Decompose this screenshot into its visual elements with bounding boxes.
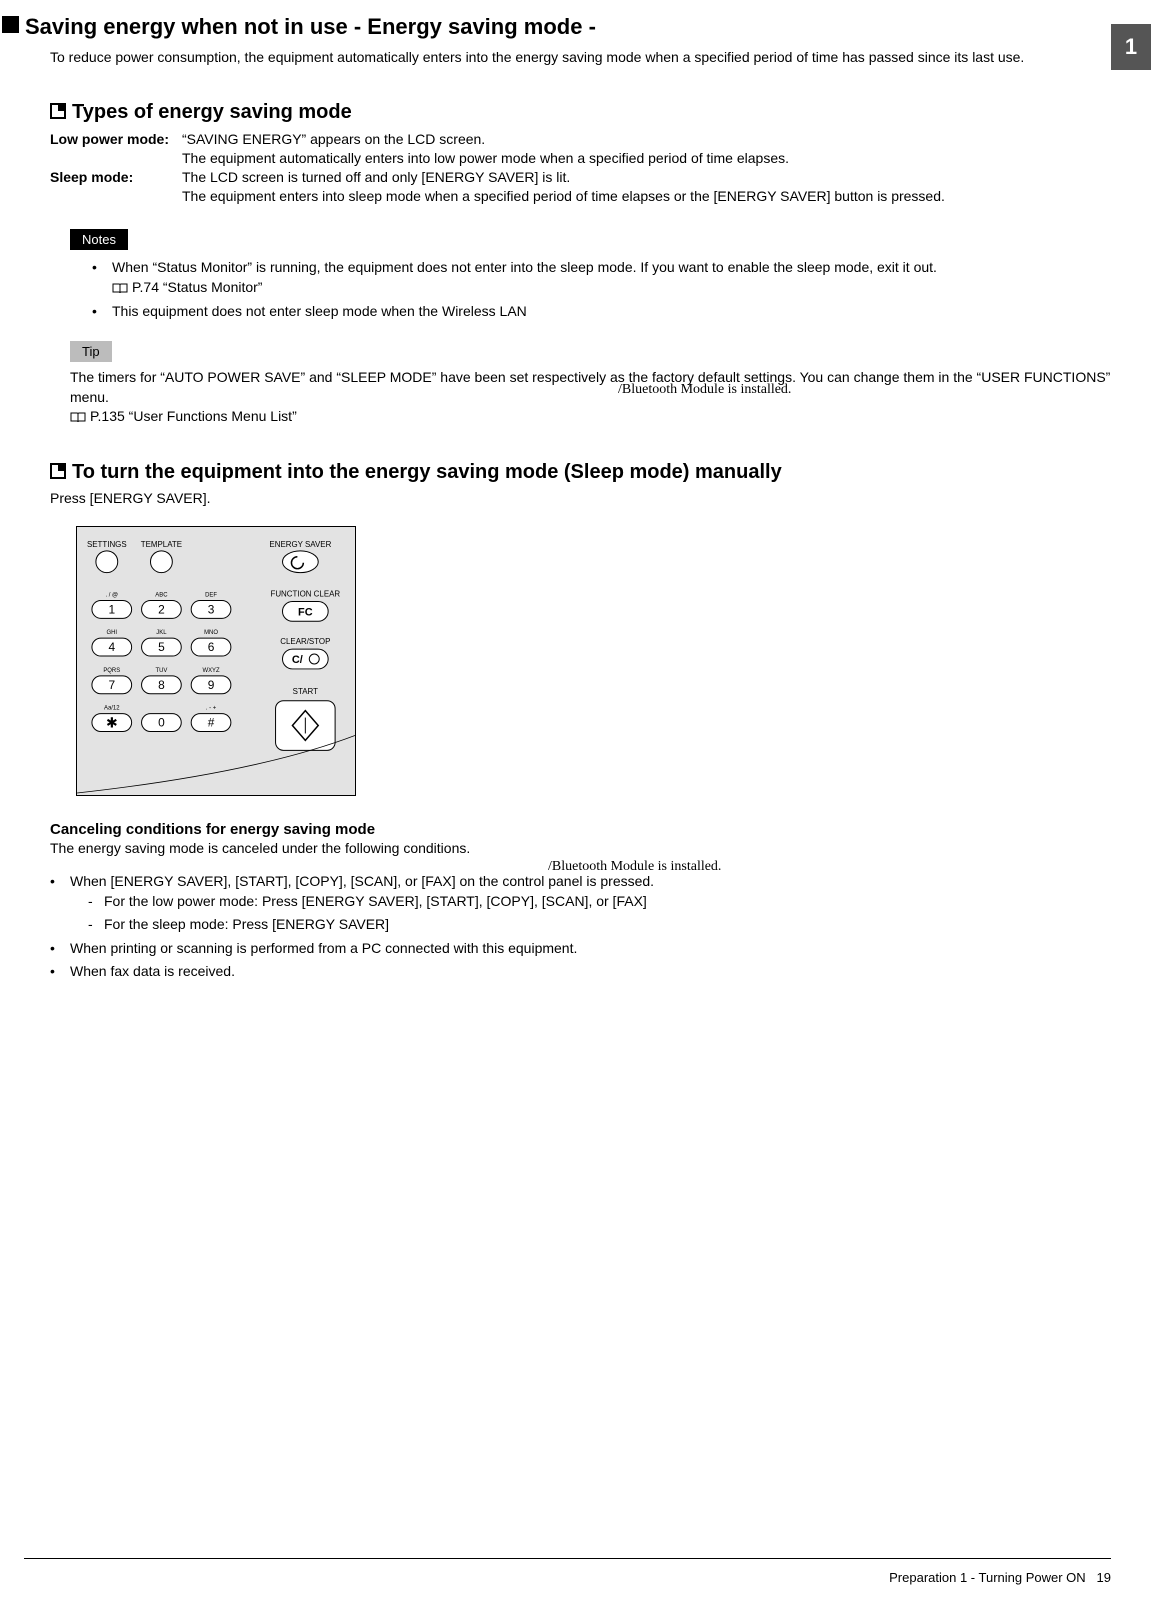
notes-block: Notes When “Status Monitor” is running, … bbox=[70, 229, 1127, 321]
black-square-icon bbox=[2, 16, 19, 33]
sub-list-item: For the low power mode: Press [ENERGY SA… bbox=[88, 892, 1127, 912]
function-clear-label: FUNCTION CLEAR bbox=[270, 589, 340, 598]
note-item: When “Status Monitor” is running, the eq… bbox=[92, 258, 1127, 297]
sleep-mode-desc: The LCD screen is turned off and only [E… bbox=[182, 168, 955, 206]
sub-list-item: For the sleep mode: Press [ENERGY SAVER] bbox=[88, 915, 1127, 935]
energy-saver-label: ENERGY SAVER bbox=[269, 540, 331, 549]
low-power-label: Low power mode: bbox=[50, 130, 182, 168]
notes-list: When “Status Monitor” is running, the eq… bbox=[92, 258, 1127, 321]
cancel-list: When [ENERGY SAVER], [START], [COPY], [S… bbox=[50, 872, 1127, 982]
bookmark-icon bbox=[50, 103, 66, 119]
cancel-heading: Canceling conditions for energy saving m… bbox=[50, 821, 1127, 838]
svg-text:7: 7 bbox=[108, 678, 115, 692]
modes-table: Low power mode: “SAVING ENERGY” appears … bbox=[50, 130, 955, 206]
svg-text:3: 3 bbox=[208, 602, 215, 616]
svg-text:1: 1 bbox=[108, 602, 115, 616]
svg-text:2: 2 bbox=[158, 602, 165, 616]
svg-text:GHI: GHI bbox=[106, 630, 117, 636]
tip-text: The timers for “AUTO POWER SAVE” and “SL… bbox=[70, 368, 1127, 427]
svg-text:9: 9 bbox=[208, 678, 215, 692]
svg-text:4: 4 bbox=[108, 640, 115, 654]
svg-text:6: 6 bbox=[208, 640, 215, 654]
notes-label: Notes bbox=[70, 229, 128, 250]
press-line: Press [ENERGY SAVER]. bbox=[50, 490, 1127, 506]
start-label: START bbox=[293, 687, 318, 696]
chapter-tab: 1 bbox=[1111, 24, 1151, 70]
fc-label: FC bbox=[298, 606, 313, 618]
svg-text:TUV: TUV bbox=[155, 668, 167, 674]
bookmark-icon bbox=[50, 463, 66, 479]
section-title-text: Saving energy when not in use - Energy s… bbox=[25, 14, 596, 39]
footer-divider bbox=[24, 1558, 1111, 1559]
book-ref: P.74 “Status Monitor” bbox=[112, 278, 262, 298]
svg-text:JKL: JKL bbox=[156, 630, 167, 636]
manual-heading: To turn the equipment into the energy sa… bbox=[50, 461, 1127, 484]
svg-text:✱: ✱ bbox=[106, 715, 118, 731]
control-panel-svg: SETTINGS TEMPLATE ENERGY SAVER FUNCTION … bbox=[76, 526, 356, 796]
svg-text:. - +: . - + bbox=[206, 706, 217, 712]
template-label: TEMPLATE bbox=[141, 540, 182, 549]
annotation-1: /Bluetooth Module is installed. bbox=[618, 382, 791, 398]
footer-text: Preparation 1 - Turning Power ON 19 bbox=[889, 1570, 1111, 1585]
tip-block: Tip The timers for “AUTO POWER SAVE” and… bbox=[70, 341, 1127, 427]
book-ref: P.135 “User Functions Menu List” bbox=[70, 407, 297, 427]
low-power-desc: “SAVING ENERGY” appears on the LCD scree… bbox=[182, 130, 955, 168]
svg-text:ABC: ABC bbox=[155, 592, 168, 598]
clear-stop-label: CLEAR/STOP bbox=[280, 637, 330, 646]
note-item: This equipment does not enter sleep mode… bbox=[92, 302, 1127, 322]
svg-text:MNO: MNO bbox=[204, 630, 218, 636]
settings-label: SETTINGS bbox=[87, 540, 127, 549]
c-btn: C/ bbox=[292, 654, 303, 666]
svg-text:#: # bbox=[208, 716, 215, 730]
types-heading: Types of energy saving mode bbox=[50, 101, 1127, 124]
svg-text:. / @: . / @ bbox=[105, 592, 118, 598]
book-icon bbox=[112, 283, 128, 294]
svg-text:8: 8 bbox=[158, 678, 165, 692]
svg-text:DEF: DEF bbox=[205, 592, 217, 598]
list-item: When fax data is received. bbox=[50, 962, 1127, 982]
intro-text: To reduce power consumption, the equipme… bbox=[50, 48, 1127, 67]
svg-text:WXYZ: WXYZ bbox=[202, 668, 220, 674]
svg-text:5: 5 bbox=[158, 640, 165, 654]
section-title: Saving energy when not in use - Energy s… bbox=[2, 14, 1127, 40]
sleep-mode-label: Sleep mode: bbox=[50, 168, 182, 206]
sub-list: For the low power mode: Press [ENERGY SA… bbox=[88, 892, 1127, 935]
book-icon bbox=[70, 412, 86, 423]
control-panel-figure: SETTINGS TEMPLATE ENERGY SAVER FUNCTION … bbox=[76, 526, 1127, 799]
svg-text:PQRS: PQRS bbox=[103, 668, 120, 674]
list-item: When printing or scanning is performed f… bbox=[50, 939, 1127, 959]
cancel-desc: The energy saving mode is canceled under… bbox=[50, 840, 1127, 856]
tip-label: Tip bbox=[70, 341, 112, 362]
svg-text:0: 0 bbox=[158, 716, 165, 730]
list-item: When [ENERGY SAVER], [START], [COPY], [S… bbox=[50, 872, 1127, 935]
svg-text:Aa/12: Aa/12 bbox=[104, 706, 120, 712]
